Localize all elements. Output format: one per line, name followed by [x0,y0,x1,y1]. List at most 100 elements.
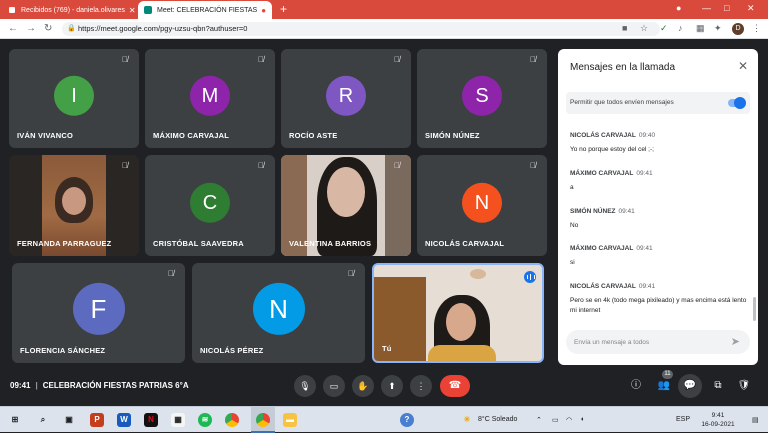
tab-gmail[interactable]: Recibidos (769) - daniela.olivares ✕ [2,1,136,19]
avatar: C [190,182,230,223]
minimize-icon[interactable]: ● [676,3,681,13]
participant-name: SIMÓN NÚNEZ [425,131,480,140]
meet-icon [144,6,152,14]
forward-icon[interactable]: → [26,23,36,34]
wifi-icon[interactable]: ◠ [566,416,572,424]
leave-call-button[interactable]: ☎ [440,375,470,397]
language-indicator[interactable]: ESP [676,416,690,423]
audio-icon[interactable]: ♪ [678,23,683,33]
word-icon[interactable]: W [117,413,131,427]
extension-check-icon[interactable]: ✓ [660,23,668,34]
avatar: I [54,75,94,116]
participant-tile[interactable]: 🎙̸ S SIMÓN NÚNEZ [417,49,547,148]
participant-name: FERNANDA PARRAGUEZ [17,239,112,248]
chat-scrollbar[interactable] [753,297,756,321]
tab-title: Recibidos (769) - daniela.olivares [21,6,125,14]
chat-icon[interactable]: 💬 [678,374,702,398]
windows-start-icon[interactable]: ⊞ [8,413,22,427]
allow-messages-toggle[interactable] [728,97,746,109]
chat-title: Mensajes en la llamada [570,62,676,73]
more-options-button[interactable]: ⋮ [410,375,432,397]
network-icon[interactable]: ▭ [552,416,559,424]
tray-expand-icon[interactable]: ⌃ [536,416,542,424]
participant-name: NICOLÁS PÉREZ [200,346,264,355]
participant-tile[interactable]: 🎙̸ I IVÁN VIVANCO [9,49,139,148]
url-field[interactable]: 🔒 https://meet.google.com/pgy-uzsu-qbn?a… [62,22,660,36]
participant-tile[interactable]: 🎙̸ R ROCÍO ASTE [281,49,411,148]
profile-avatar[interactable]: D [732,23,744,35]
puzzle-icon[interactable]: ✦ [714,23,722,34]
avatar: F [72,282,125,335]
reload-icon[interactable]: ↻ [44,23,52,34]
camera-icon[interactable]: ■ [622,23,627,33]
meeting-name: CELEBRACIÓN FIESTAS PATRIAS 6°A [42,381,189,390]
participant-tile[interactable]: 🎙̸ N NICOLÁS PÉREZ [192,263,365,363]
chrome-icon[interactable] [225,413,239,427]
meeting-details: 09:41 | CELEBRACIÓN FIESTAS PATRIAS 6°A [10,381,189,390]
people-icon[interactable]: 👥 [656,378,672,394]
message-sender: MÁXIMO CARVAJAL [570,170,634,177]
chrome-icon[interactable] [256,413,270,427]
search-icon[interactable]: ⌕ [36,413,50,427]
speaking-indicator-icon [524,271,536,283]
present-button[interactable]: ⬆ [381,375,403,397]
mic-button[interactable]: 🎙 [294,375,316,397]
mic-off-icon: 🎙̸ [530,55,536,64]
close-icon[interactable]: ✕ [738,59,748,73]
allow-messages-label: Permitir que todos envíen mensajes [570,99,674,106]
minimize-button[interactable]: — [702,3,711,13]
netflix-icon[interactable]: N [144,413,158,427]
help-icon[interactable]: ? [400,413,414,427]
close-tab-icon[interactable]: ✕ [125,6,136,15]
weather-text[interactable]: 8°C Soleado [478,416,517,423]
participant-tile[interactable]: 🎙̸ F FLORENCIA SÁNCHEZ [12,263,185,363]
participant-name: FLORENCIA SÁNCHEZ [20,346,106,355]
host-controls-icon[interactable]: 🛡 [736,378,752,394]
message-input[interactable] [566,330,716,354]
participant-tile[interactable]: 🎙̸ N NICOLÁS CARVAJAL [417,155,547,256]
maximize-button[interactable]: □ [724,3,729,13]
chat-message: MÁXIMO CARVAJAL 09:41 si [570,237,748,268]
notifications-icon[interactable]: ▤ [752,416,759,424]
store-icon[interactable]: ▦ [171,413,185,427]
chat-message: NICOLÁS CARVAJAL 09:40 Yo no porque estoy… [570,124,748,155]
spotify-icon[interactable]: ≋ [198,413,212,427]
close-window-button[interactable]: ✕ [747,3,755,14]
participant-name: CRISTÓBAL SAAVEDRA [153,239,244,248]
system-clock[interactable]: 9:41 16-09-2021 [700,411,736,429]
message-text: Yo no porque estoy del cel ;-; [570,146,654,153]
raise-hand-button[interactable]: ✋ [352,375,374,397]
activities-icon[interactable]: ⧉ [710,378,726,394]
gmail-icon [8,6,16,14]
powerpoint-icon[interactable]: P [90,413,104,427]
message-text: Pero se en 4k (todo mega pixileado) y ma… [570,297,747,314]
windows-taskbar: ⊞ ⌕ ▣ P W N ▦ ≋ ▬ ? ☀ 8°C Soleado ⌃ ▭ ◠ … [0,406,768,433]
task-view-icon[interactable]: ▣ [62,413,76,427]
back-icon[interactable]: ← [8,23,18,34]
send-icon[interactable]: ➤ [731,335,740,348]
new-tab-button[interactable]: + [280,2,287,16]
participant-name: ROCÍO ASTE [289,131,338,140]
participant-tile-video[interactable]: 🎙̸ FERNANDA PARRAGUEZ [9,155,139,256]
tab-meet[interactable]: Meet: CELEBRACIÓN FIESTAS ● ✕ [138,1,272,19]
grid-icon[interactable]: ▦ [696,23,705,34]
participant-tile[interactable]: 🎙̸ C CRISTÓBAL SAAVEDRA [145,155,275,256]
mic-off-icon: 🎙̸ [168,269,174,278]
menu-icon[interactable]: ⋮ [752,23,761,34]
mic-off-icon: 🎙̸ [348,269,354,278]
star-icon[interactable]: ☆ [640,23,648,34]
file-explorer-icon[interactable]: ▬ [283,413,297,427]
close-tab-icon[interactable]: ✕ [270,6,272,15]
self-view-tile[interactable]: Tú [372,263,544,363]
meeting-separator: | [35,381,38,390]
message-sender: NICOLÁS CARVAJAL [570,132,636,139]
message-time: 09:41 [638,283,656,290]
chat-message: MÁXIMO CARVAJAL 09:41 a [570,162,748,193]
close-tab-icon[interactable]: ● [257,6,266,15]
participant-tile[interactable]: 🎙̸ M MÁXIMO CARVAJAL [145,49,275,148]
participant-tile-video[interactable]: 🎙̸ VALENTINA BARRIOS [281,155,411,256]
volume-icon[interactable]: ◖ [580,416,584,423]
url-text: https://meet.google.com/pgy-uzsu-qbn?aut… [78,24,248,33]
camera-button[interactable]: ▭ [323,375,345,397]
meeting-info-icon[interactable]: ⓘ [628,378,644,394]
